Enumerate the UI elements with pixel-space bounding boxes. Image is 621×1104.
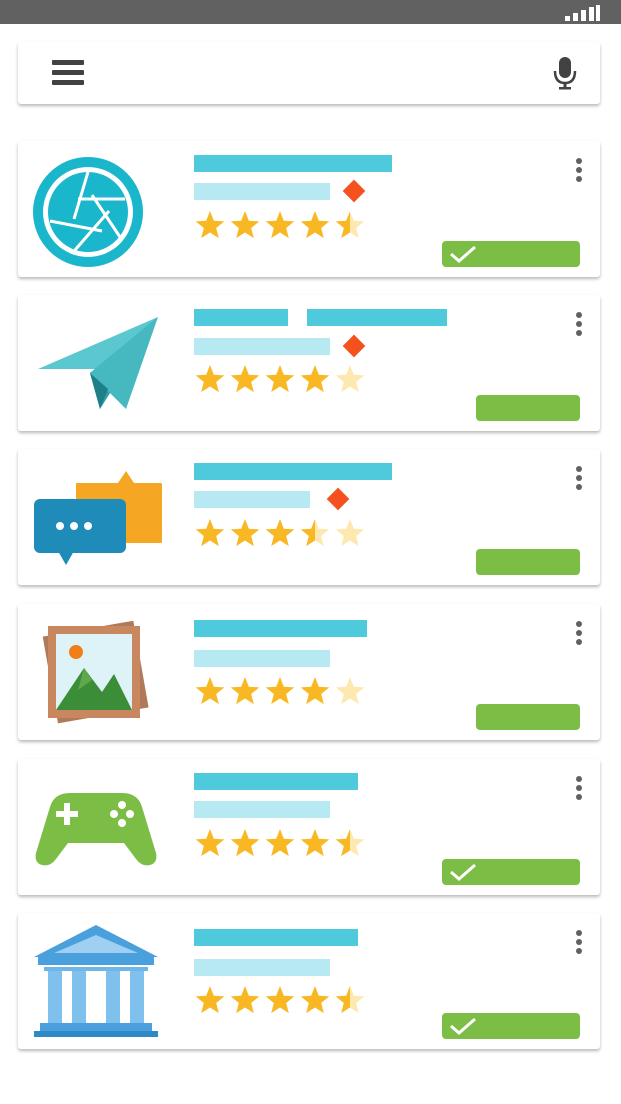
star-icon: [335, 365, 365, 393]
star-icon: [195, 986, 225, 1014]
status-bar: [0, 0, 621, 24]
camera-aperture-icon: [33, 157, 143, 267]
installed-button[interactable]: [442, 241, 580, 267]
star-icon: [335, 677, 365, 705]
star-icon: [195, 211, 225, 239]
star-icon: [230, 986, 260, 1014]
editors-choice-badge: [342, 179, 366, 203]
photo-gallery-icon: [42, 620, 149, 724]
app-title-continued: [307, 309, 447, 326]
editors-choice-badge: [342, 334, 366, 358]
star-icon: [335, 986, 365, 1014]
more-options-icon[interactable]: [572, 155, 586, 185]
star-icon: [300, 986, 330, 1014]
star-icon: [265, 211, 295, 239]
rating-stars: [195, 211, 365, 239]
install-button[interactable]: [476, 704, 580, 730]
checkmark-icon: [450, 863, 476, 881]
app-card[interactable]: [18, 759, 600, 895]
star-icon: [300, 211, 330, 239]
search-bar[interactable]: [18, 42, 600, 104]
app-card[interactable]: [18, 913, 600, 1049]
star-icon: [195, 677, 225, 705]
app-card[interactable]: [18, 141, 600, 277]
star-icon: [265, 365, 295, 393]
app-card[interactable]: [18, 295, 600, 431]
star-icon: [195, 829, 225, 857]
rating-stars: [195, 829, 365, 857]
menu-icon[interactable]: [48, 56, 88, 90]
star-icon: [265, 829, 295, 857]
more-options-icon[interactable]: [572, 463, 586, 493]
app-title: [194, 463, 392, 480]
app-developer: [194, 338, 330, 355]
rating-stars: [195, 365, 365, 393]
star-icon: [230, 829, 260, 857]
bank-building-icon: [34, 925, 158, 1037]
star-icon: [265, 519, 295, 547]
app-developer: [194, 650, 330, 667]
more-options-icon[interactable]: [572, 773, 586, 803]
rating-stars: [195, 677, 365, 705]
app-developer: [194, 491, 310, 508]
star-icon: [195, 365, 225, 393]
more-options-icon[interactable]: [572, 618, 586, 648]
app-card[interactable]: [18, 449, 600, 585]
app-title: [194, 773, 358, 790]
rating-stars: [195, 519, 365, 547]
mic-icon[interactable]: [550, 54, 580, 92]
app-developer: [194, 801, 330, 818]
game-controller-icon: [35, 793, 157, 866]
installed-button[interactable]: [442, 859, 580, 885]
app-developer: [194, 183, 330, 200]
signal-icon: [565, 5, 601, 21]
star-icon: [335, 211, 365, 239]
star-icon: [300, 829, 330, 857]
star-icon: [230, 677, 260, 705]
more-options-icon[interactable]: [572, 927, 586, 957]
installed-button[interactable]: [442, 1013, 580, 1039]
star-icon: [300, 677, 330, 705]
star-icon: [230, 365, 260, 393]
star-icon: [195, 519, 225, 547]
app-title: [194, 309, 288, 326]
app-title: [194, 620, 367, 637]
checkmark-icon: [450, 1017, 476, 1035]
app-title: [194, 929, 358, 946]
app-developer: [194, 959, 330, 976]
star-icon: [265, 986, 295, 1014]
star-icon: [230, 211, 260, 239]
checkmark-icon: [450, 245, 476, 263]
star-icon: [300, 365, 330, 393]
more-options-icon[interactable]: [572, 309, 586, 339]
star-icon: [265, 677, 295, 705]
rating-stars: [195, 986, 365, 1014]
app-title: [194, 155, 392, 172]
install-button[interactable]: [476, 549, 580, 575]
paper-plane-icon: [38, 317, 158, 409]
star-icon: [230, 519, 260, 547]
star-icon: [300, 519, 330, 547]
install-button[interactable]: [476, 395, 580, 421]
editors-choice-badge: [326, 487, 350, 511]
star-icon: [335, 519, 365, 547]
chat-bubbles-icon: [34, 471, 162, 565]
star-icon: [335, 829, 365, 857]
app-card[interactable]: [18, 604, 600, 740]
